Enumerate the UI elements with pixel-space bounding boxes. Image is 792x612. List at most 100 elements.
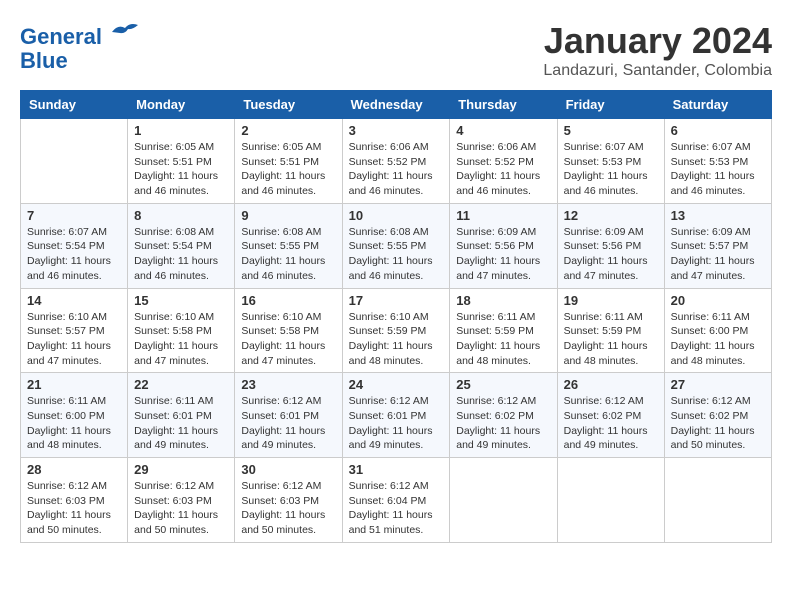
day-info-line: Sunset: 5:53 PM	[671, 155, 765, 170]
day-number: 4	[456, 123, 550, 138]
day-number: 6	[671, 123, 765, 138]
day-info-line: Sunset: 5:51 PM	[134, 155, 228, 170]
day-info-line: Sunrise: 6:12 AM	[349, 394, 444, 409]
day-info-line: Sunset: 6:01 PM	[241, 409, 335, 424]
day-info: Sunrise: 6:05 AMSunset: 5:51 PMDaylight:…	[241, 140, 335, 199]
day-number: 21	[27, 377, 121, 392]
calendar-cell: 21Sunrise: 6:11 AMSunset: 6:00 PMDayligh…	[21, 373, 128, 458]
day-number: 16	[241, 293, 335, 308]
calendar-week-row: 28Sunrise: 6:12 AMSunset: 6:03 PMDayligh…	[21, 458, 772, 543]
day-number: 17	[349, 293, 444, 308]
day-info-line: Sunrise: 6:12 AM	[564, 394, 658, 409]
day-info-line: Sunset: 6:02 PM	[671, 409, 765, 424]
day-info-line: Sunrise: 6:07 AM	[27, 225, 121, 240]
day-info-line: Sunset: 5:52 PM	[349, 155, 444, 170]
day-number: 12	[564, 208, 658, 223]
day-info-line: Sunrise: 6:12 AM	[241, 394, 335, 409]
header-thursday: Thursday	[450, 91, 557, 119]
calendar-cell: 11Sunrise: 6:09 AMSunset: 5:56 PMDayligh…	[450, 203, 557, 288]
calendar-cell: 2Sunrise: 6:05 AMSunset: 5:51 PMDaylight…	[235, 119, 342, 204]
calendar-table: SundayMondayTuesdayWednesdayThursdayFrid…	[20, 90, 772, 543]
day-info-line: Sunset: 6:02 PM	[456, 409, 550, 424]
calendar-cell	[21, 119, 128, 204]
day-info-line: Sunrise: 6:10 AM	[27, 310, 121, 325]
day-info-line: Sunset: 5:53 PM	[564, 155, 658, 170]
calendar-cell: 15Sunrise: 6:10 AMSunset: 5:58 PMDayligh…	[128, 288, 235, 373]
day-number: 26	[564, 377, 658, 392]
day-info: Sunrise: 6:07 AMSunset: 5:53 PMDaylight:…	[564, 140, 658, 199]
calendar-header-row: SundayMondayTuesdayWednesdayThursdayFrid…	[21, 91, 772, 119]
calendar-cell: 18 Sunrise: 6:11 AMSunset: 5:59 PMDayligh…	[450, 288, 557, 373]
day-info: Sunrise: 6:12 AMSunset: 6:01 PMDaylight:…	[241, 394, 335, 453]
day-info-line: Sunrise: 6:11 AM	[564, 310, 658, 325]
page-header: General Blue January 2024 Landazuri, San…	[20, 20, 772, 80]
logo-blue: Blue	[20, 49, 140, 73]
day-info: Sunrise: 6:06 AMSunset: 5:52 PMDaylight:…	[349, 140, 444, 199]
day-info: Sunrise: 6:08 AMSunset: 5:55 PMDaylight:…	[349, 225, 444, 284]
day-info-line: Sunrise: 6:07 AM	[671, 140, 765, 155]
day-info-line: Daylight: 11 hours and 46 minutes.	[456, 169, 550, 198]
header-monday: Monday	[128, 91, 235, 119]
day-info: Sunrise: 6:09 AMSunset: 5:56 PMDaylight:…	[564, 225, 658, 284]
logo: General Blue	[20, 20, 140, 73]
header-sunday: Sunday	[21, 91, 128, 119]
day-info-line: Daylight: 11 hours and 48 minutes.	[349, 339, 444, 368]
calendar-cell: 10Sunrise: 6:08 AMSunset: 5:55 PMDayligh…	[342, 203, 450, 288]
day-info-line: Sunrise: 6:11 AM	[671, 310, 765, 325]
day-number: 19	[564, 293, 658, 308]
day-info-line: Sunset: 6:00 PM	[27, 409, 121, 424]
day-info-line: Sunrise: 6:12 AM	[671, 394, 765, 409]
day-info-line: Daylight: 11 hours and 49 minutes.	[564, 424, 658, 453]
day-info-line: Sunset: 5:54 PM	[27, 239, 121, 254]
day-info-line: Sunrise: 6:05 AM	[134, 140, 228, 155]
day-number: 30	[241, 462, 335, 477]
day-info: Sunrise: 6:11 AMSunset: 5:59 PMDaylight:…	[456, 310, 550, 369]
day-number: 29	[134, 462, 228, 477]
day-info-line: Daylight: 11 hours and 48 minutes.	[671, 339, 765, 368]
day-info: Sunrise: 6:12 AMSunset: 6:03 PMDaylight:…	[134, 479, 228, 538]
day-number: 1	[134, 123, 228, 138]
calendar-cell: 23 Sunrise: 6:12 AMSunset: 6:01 PMDayligh…	[235, 373, 342, 458]
header-tuesday: Tuesday	[235, 91, 342, 119]
day-info-line: Sunrise: 6:12 AM	[27, 479, 121, 494]
day-info-line: Daylight: 11 hours and 46 minutes.	[349, 169, 444, 198]
calendar-cell: 30 Sunrise: 6:12 AMSunset: 6:03 PMDayligh…	[235, 458, 342, 543]
calendar-cell: 9Sunrise: 6:08 AMSunset: 5:55 PMDaylight…	[235, 203, 342, 288]
day-info-line: Sunrise: 6:05 AM	[241, 140, 335, 155]
day-info-line: Daylight: 11 hours and 46 minutes.	[134, 254, 228, 283]
day-info: Sunrise: 6:12 AMSunset: 6:03 PMDaylight:…	[241, 479, 335, 538]
day-info-line: Daylight: 11 hours and 50 minutes.	[27, 508, 121, 537]
day-info-line: Sunrise: 6:06 AM	[349, 140, 444, 155]
logo-bird-icon	[110, 20, 140, 44]
day-info-line: Daylight: 11 hours and 47 minutes.	[456, 254, 550, 283]
day-info-line: Sunset: 6:01 PM	[134, 409, 228, 424]
day-info: Sunrise: 6:09 AMSunset: 5:56 PMDaylight:…	[456, 225, 550, 284]
calendar-cell: 27Sunrise: 6:12 AMSunset: 6:02 PMDayligh…	[664, 373, 771, 458]
logo-text: General	[20, 20, 140, 49]
day-info-line: Sunset: 6:01 PM	[349, 409, 444, 424]
day-info-line: Daylight: 11 hours and 49 minutes.	[456, 424, 550, 453]
title-block: January 2024 Landazuri, Santander, Colom…	[543, 20, 772, 80]
day-info-line: Sunrise: 6:12 AM	[134, 479, 228, 494]
day-info-line: Sunrise: 6:10 AM	[241, 310, 335, 325]
day-info-line: Sunrise: 6:11 AM	[456, 310, 550, 325]
day-number: 3	[349, 123, 444, 138]
calendar-week-row: 14Sunrise: 6:10 AMSunset: 5:57 PMDayligh…	[21, 288, 772, 373]
day-number: 18	[456, 293, 550, 308]
day-info-line: Daylight: 11 hours and 47 minutes.	[671, 254, 765, 283]
day-info: Sunrise: 6:07 AMSunset: 5:54 PMDaylight:…	[27, 225, 121, 284]
day-info-line: Daylight: 11 hours and 47 minutes.	[241, 339, 335, 368]
day-info-line: Sunset: 6:04 PM	[349, 494, 444, 509]
calendar-cell: 4Sunrise: 6:06 AMSunset: 5:52 PMDaylight…	[450, 119, 557, 204]
day-info: Sunrise: 6:08 AMSunset: 5:54 PMDaylight:…	[134, 225, 228, 284]
calendar-cell: 16Sunrise: 6:10 AMSunset: 5:58 PMDayligh…	[235, 288, 342, 373]
day-info-line: Sunrise: 6:10 AM	[349, 310, 444, 325]
calendar-cell: 8 Sunrise: 6:08 AMSunset: 5:54 PMDaylight…	[128, 203, 235, 288]
calendar-cell: 22Sunrise: 6:11 AMSunset: 6:01 PMDayligh…	[128, 373, 235, 458]
calendar-cell: 31Sunrise: 6:12 AMSunset: 6:04 PMDayligh…	[342, 458, 450, 543]
day-number: 31	[349, 462, 444, 477]
day-info-line: Sunrise: 6:09 AM	[456, 225, 550, 240]
day-number: 8	[134, 208, 228, 223]
day-number: 13	[671, 208, 765, 223]
day-number: 23	[241, 377, 335, 392]
